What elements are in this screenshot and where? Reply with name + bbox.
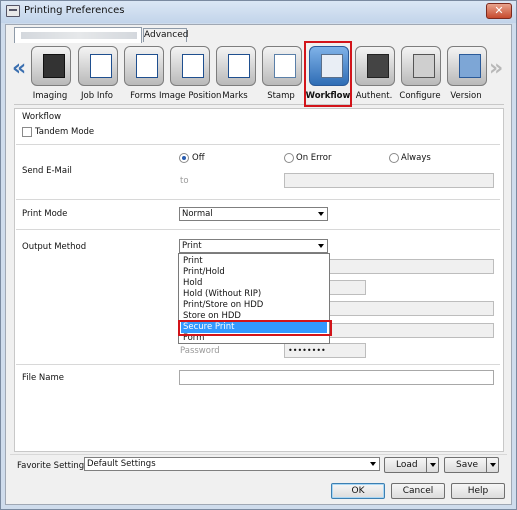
- category-version[interactable]: Version: [444, 46, 488, 106]
- file-name-input[interactable]: [179, 370, 494, 385]
- option-hold[interactable]: Hold: [181, 278, 327, 289]
- output-method-value: Print: [182, 241, 202, 251]
- tandem-mode-label: Tandem Mode: [35, 127, 95, 137]
- workflow-icon: [309, 46, 349, 86]
- category-stamp[interactable]: Stamp: [259, 46, 303, 106]
- imaging-icon: [31, 46, 71, 86]
- authentication-icon: [355, 46, 395, 86]
- print-mode-label: Print Mode: [22, 209, 68, 219]
- tab-main[interactable]: [14, 27, 142, 43]
- section-title: Workflow: [22, 112, 62, 122]
- category-label: Version: [450, 91, 482, 101]
- stamp-icon: [262, 46, 302, 86]
- option-print-hold[interactable]: Print/Hold: [181, 267, 327, 278]
- ok-button[interactable]: OK: [331, 483, 385, 499]
- save-button[interactable]: Save: [444, 457, 499, 473]
- send-email-on-error-label: On Error: [296, 153, 332, 163]
- help-button[interactable]: Help: [451, 483, 505, 499]
- save-button-label: Save: [456, 460, 479, 470]
- divider: [16, 144, 500, 145]
- option-print-store-on-hdd[interactable]: Print/Store on HDD: [181, 300, 327, 311]
- file-name-label: File Name: [22, 373, 65, 383]
- favorite-setting-select[interactable]: Default Settings: [84, 457, 380, 471]
- window-title: Printing Preferences: [24, 5, 125, 16]
- version-icon: [447, 46, 487, 86]
- forms-icon: [124, 46, 164, 86]
- scroll-left-icon[interactable]: «: [12, 58, 26, 80]
- cancel-button[interactable]: Cancel: [391, 483, 445, 499]
- job-info-icon: [78, 46, 118, 86]
- printer-icon: [6, 5, 20, 17]
- password-field[interactable]: ••••••••: [284, 343, 366, 358]
- print-mode-select[interactable]: Normal: [179, 207, 328, 221]
- tab-main-label: [21, 32, 137, 39]
- chevron-down-icon[interactable]: [486, 458, 499, 472]
- load-button-label: Load: [396, 460, 418, 470]
- email-to-label: to: [180, 176, 189, 186]
- print-mode-value: Normal: [182, 209, 213, 219]
- scroll-right-icon[interactable]: »: [489, 58, 503, 80]
- divider: [16, 199, 500, 200]
- favorite-setting-label: Favorite Setting: [17, 461, 85, 471]
- option-hold-without-rip[interactable]: Hold (Without RIP): [181, 289, 327, 300]
- chevron-down-icon[interactable]: [426, 458, 439, 472]
- send-email-off-label: Off: [192, 153, 205, 163]
- chevron-down-icon: [370, 462, 376, 466]
- tandem-mode-checkbox[interactable]: [22, 127, 32, 137]
- image-position-icon: [170, 46, 210, 86]
- divider: [16, 229, 500, 230]
- send-email-off-radio[interactable]: [179, 153, 189, 163]
- chevron-down-icon: [318, 212, 324, 216]
- send-email-label: Send E-Mail: [22, 166, 72, 176]
- option-print[interactable]: Print: [181, 256, 327, 267]
- send-email-on-error-radio[interactable]: [284, 153, 294, 163]
- send-email-always-label: Always: [401, 153, 431, 163]
- output-method-select[interactable]: Print: [179, 239, 328, 253]
- password-label: Password: [180, 346, 220, 356]
- email-to-field[interactable]: [284, 173, 494, 188]
- favorite-setting-value: Default Settings: [87, 459, 156, 469]
- send-email-always-radio[interactable]: [389, 153, 399, 163]
- load-button[interactable]: Load: [384, 457, 439, 473]
- marks-icon: [216, 46, 256, 86]
- divider: [10, 454, 507, 455]
- output-method-label: Output Method: [22, 242, 87, 252]
- chevron-down-icon: [318, 244, 324, 248]
- configure-icon: [401, 46, 441, 86]
- divider: [16, 364, 500, 365]
- secure-print-highlight-frame: [178, 320, 332, 336]
- category-imaging[interactable]: Imaging: [28, 46, 72, 106]
- close-button[interactable]: ✕: [486, 3, 512, 19]
- tab-advanced[interactable]: Advanced: [143, 28, 188, 42]
